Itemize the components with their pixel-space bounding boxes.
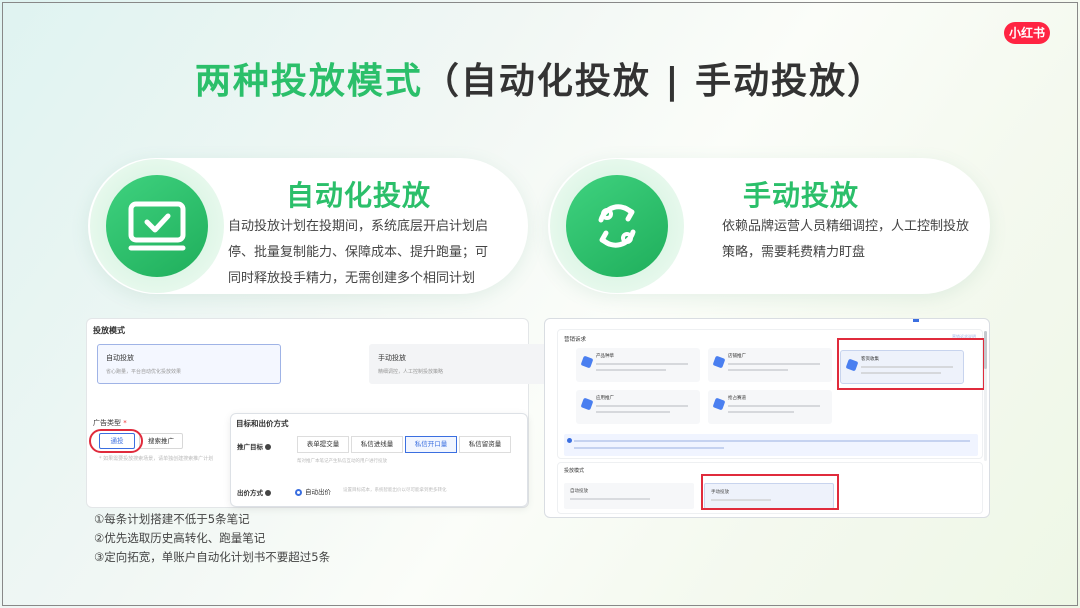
highlight-box-leads <box>837 338 985 390</box>
goal-tile-store[interactable]: 店铺推广 <box>708 348 832 382</box>
auto-delivery-card-title: 自动投放 <box>570 489 588 494</box>
desc-line <box>596 369 666 371</box>
product-icon <box>580 355 594 369</box>
auto-delivery-option-desc: 省心跑量，平台自动优化投放效果 <box>106 369 182 375</box>
desc-line <box>596 411 670 413</box>
manual-cycle-icon <box>566 175 668 277</box>
info-icon <box>567 438 572 443</box>
monitor-check-icon <box>106 175 208 277</box>
goal-tile-title: 店铺推广 <box>728 354 746 359</box>
auto-bid-label: 自动出价 <box>305 488 331 496</box>
goal-option-form[interactable]: 表单提交量 <box>297 436 349 453</box>
desc-line <box>596 405 688 407</box>
marketing-goal-heading: 营销诉求 <box>564 337 587 343</box>
auto-delivery-option[interactable]: 自动投放 省心跑量，平台自动优化投放效果 <box>97 344 281 384</box>
active-tab-marker <box>913 319 919 322</box>
info-notice <box>564 434 978 456</box>
desc-line <box>596 363 688 365</box>
goal-bid-title: 目标和出价方式 <box>236 419 289 428</box>
title-green: 两种投放模式 <box>194 61 423 102</box>
manual-mode-card: 手动投放 依赖品牌运营人员精细调控，人工控制投放策略，需要耗费精力盯盘 <box>548 158 990 294</box>
auto-card-description: 自动投放计划在投期间，系统底层开启计划启停、批量复制能力、保障成本、提升跑量；可… <box>228 219 489 286</box>
delivery-mode-heading: 投放模式 <box>93 326 125 335</box>
goal-tile-title: 抢占赛道 <box>728 396 746 401</box>
bid-description: 设置目标成本，系统智能出价以尽可能拿到更多转化 <box>343 488 447 493</box>
manual-mode-screenshot: 营销诉求 营销诉求说明 产品种草 店铺推广 客资收集 应用推广 抢占赛道 投放模… <box>544 318 990 518</box>
goal-option-dm-leads[interactable]: 私信进线量 <box>351 436 403 453</box>
manual-icon-halo <box>550 159 684 293</box>
auto-delivery-option-title: 自动投放 <box>106 354 134 362</box>
goal-label: 推广目标 <box>237 441 271 451</box>
delivery-mode-heading-right: 投放模式 <box>564 468 585 474</box>
manual-card-description: 依赖品牌运营人员精细调控，人工控制投放策略，需要耗费精力盯盘 <box>722 219 970 260</box>
auto-card-title: 自动化投放 <box>286 179 432 212</box>
manual-delivery-option-title: 手动投放 <box>378 354 406 362</box>
app-icon <box>580 397 594 411</box>
title-dark: （自动化投放 | 手动投放） <box>422 61 886 102</box>
manual-card-title: 手动投放 <box>743 179 860 212</box>
bid-label-text: 出价方式 <box>237 489 263 497</box>
ad-type-label: 广告类型 * <box>93 418 127 428</box>
highlight-box-manual <box>701 474 839 510</box>
desc-line <box>728 363 820 365</box>
tip-item: ①每条计划搭建不低于5条笔记 <box>94 512 250 526</box>
notice-line <box>574 447 724 449</box>
track-icon <box>712 397 726 411</box>
goal-tile-title: 应用推广 <box>596 396 614 401</box>
goal-tile-app[interactable]: 应用推广 <box>576 390 700 424</box>
auto-mode-card: 自动化投放 自动投放计划在投期间，系统底层开启计划启停、批量复制能力、保障成本、… <box>88 158 528 294</box>
xiaohongshu-logo: 小红书 <box>1004 22 1050 44</box>
info-icon <box>265 444 271 450</box>
notice-line <box>574 440 970 442</box>
auto-icon-halo <box>90 159 224 293</box>
store-icon <box>712 355 726 369</box>
ad-type-hint: * 如果需要投放搜索场景，请单独创建搜索推广计划 <box>99 456 214 462</box>
manual-delivery-option-desc: 精细调控，人工控制投放策略 <box>378 369 444 375</box>
tip-item: ③定向拓宽，单账户自动化计划书不要超过5条 <box>94 550 331 564</box>
desc-line <box>728 411 794 413</box>
goal-option-dm-contact[interactable]: 私信留资量 <box>459 436 511 453</box>
required-mark: * <box>123 419 127 427</box>
scrollbar-thumb[interactable] <box>984 331 987 369</box>
tips-list: ①每条计划搭建不低于5条笔记 ②优先选取历史高转化、跑量笔记 ③定向拓宽，单账户… <box>94 510 330 567</box>
desc-line <box>728 369 788 371</box>
auto-delivery-card-right[interactable]: 自动投放 <box>564 483 694 509</box>
manual-delivery-option[interactable]: 手动投放 精细调控，人工控制投放策略 <box>369 344 553 384</box>
auto-bid-radio[interactable]: 自动出价 <box>295 486 331 496</box>
goal-tile-product[interactable]: 产品种草 <box>576 348 700 382</box>
desc-line <box>570 498 650 500</box>
tip-item: ②优先选取历史高转化、跑量笔记 <box>94 531 266 545</box>
bid-label: 出价方式 <box>237 487 271 497</box>
goal-hint: 帮对推广本笔记产生私信互动的用户进行投放 <box>297 459 387 464</box>
goal-bid-panel: 目标和出价方式 推广目标 表单提交量 私信进线量 私信开口量 私信留资量 帮对推… <box>230 413 528 507</box>
goal-label-text: 推广目标 <box>237 443 263 451</box>
ad-type-label-text: 广告类型 <box>93 419 121 427</box>
info-icon <box>265 490 271 496</box>
highlight-oval <box>89 429 143 453</box>
goal-option-dm-open[interactable]: 私信开口量 <box>405 436 457 453</box>
desc-line <box>728 405 820 407</box>
goal-tile-track[interactable]: 抢占赛道 <box>708 390 832 424</box>
radio-selected-icon <box>295 488 302 496</box>
ad-type-search-chip[interactable]: 搜索推广 <box>139 433 183 449</box>
slide-title: 两种投放模式（自动化投放 | 手动投放） <box>0 52 1080 104</box>
goal-tile-title: 产品种草 <box>596 354 614 359</box>
